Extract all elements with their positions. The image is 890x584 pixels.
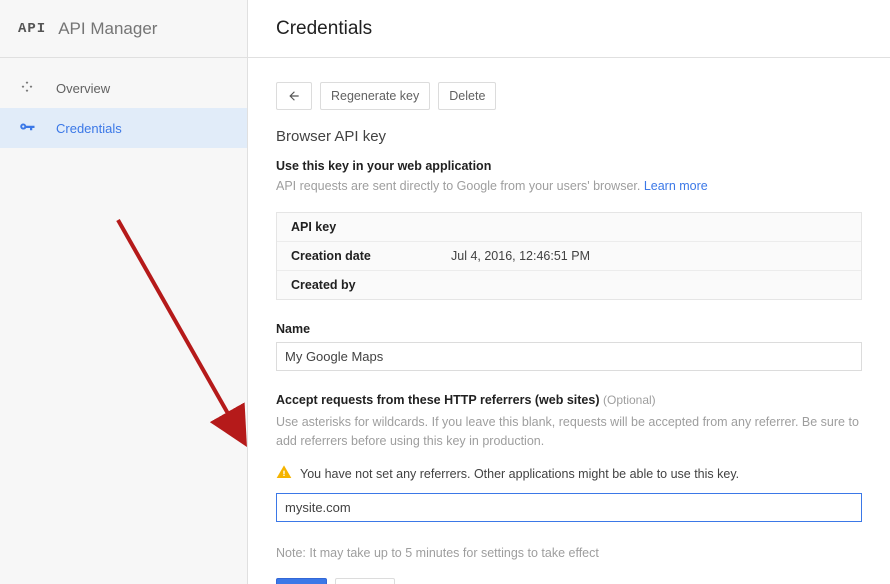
key-icon xyxy=(18,119,36,137)
referrers-label: Accept requests from these HTTP referrer… xyxy=(276,393,862,407)
sidebar-item-overview[interactable]: Overview xyxy=(0,68,247,108)
save-button[interactable]: Save xyxy=(276,578,327,584)
created-by-label: Created by xyxy=(291,278,451,292)
cancel-button[interactable]: Cancel xyxy=(335,578,396,584)
main: Credentials Regenerate key Delete Browse… xyxy=(248,0,890,584)
sidebar-header: API API Manager xyxy=(0,0,247,58)
regenerate-key-button[interactable]: Regenerate key xyxy=(320,82,430,110)
usage-heading: Use this key in your web application xyxy=(276,159,862,173)
info-row-api-key: API key xyxy=(277,213,861,242)
api-key-value xyxy=(451,220,611,234)
name-label: Name xyxy=(276,322,862,336)
info-row-created-by: Created by xyxy=(277,271,861,299)
api-key-label: API key xyxy=(291,220,451,234)
info-table: API key Creation date Jul 4, 2016, 12:46… xyxy=(276,212,862,300)
page-header: Credentials xyxy=(248,0,890,58)
referrers-field-block: Accept requests from these HTTP referrer… xyxy=(276,393,862,523)
content: Regenerate key Delete Browser API key Us… xyxy=(248,58,890,584)
learn-more-link[interactable]: Learn more xyxy=(644,179,708,193)
referrers-input[interactable] xyxy=(276,493,862,522)
referrers-label-text: Accept requests from these HTTP referrer… xyxy=(276,393,600,407)
optional-tag: (Optional) xyxy=(603,393,656,407)
info-row-creation-date: Creation date Jul 4, 2016, 12:46:51 PM xyxy=(277,242,861,271)
usage-help-text: API requests are sent directly to Google… xyxy=(276,179,644,193)
name-field-block: Name xyxy=(276,322,862,371)
sidebar-item-credentials[interactable]: Credentials xyxy=(0,108,247,148)
subheading: Browser API key xyxy=(276,128,862,145)
created-by-value xyxy=(451,278,611,292)
sidebar: API API Manager Overview Credentials xyxy=(0,0,248,584)
overview-icon xyxy=(18,79,36,97)
warning-icon xyxy=(276,464,292,483)
delete-button[interactable]: Delete xyxy=(438,82,496,110)
referrers-warning: You have not set any referrers. Other ap… xyxy=(276,464,862,483)
back-button[interactable] xyxy=(276,82,312,110)
sidebar-item-label: Overview xyxy=(56,81,110,96)
action-row: Save Cancel xyxy=(276,578,862,584)
creation-date-label: Creation date xyxy=(291,249,451,263)
toolbar: Regenerate key Delete xyxy=(276,82,862,110)
product-name: API Manager xyxy=(58,19,157,39)
usage-help: API requests are sent directly to Google… xyxy=(276,177,862,196)
page-title: Credentials xyxy=(276,18,372,40)
logo: API xyxy=(18,21,46,37)
referrers-help: Use asterisks for wildcards. If you leav… xyxy=(276,413,862,451)
creation-date-value: Jul 4, 2016, 12:46:51 PM xyxy=(451,249,590,263)
warning-text: You have not set any referrers. Other ap… xyxy=(300,467,739,481)
name-input[interactable] xyxy=(276,342,862,371)
sidebar-nav: Overview Credentials xyxy=(0,58,247,148)
settings-note: Note: It may take up to 5 minutes for se… xyxy=(276,546,862,560)
sidebar-item-label: Credentials xyxy=(56,121,122,136)
usage-section: Use this key in your web application API… xyxy=(276,159,862,196)
back-arrow-icon xyxy=(286,89,302,103)
